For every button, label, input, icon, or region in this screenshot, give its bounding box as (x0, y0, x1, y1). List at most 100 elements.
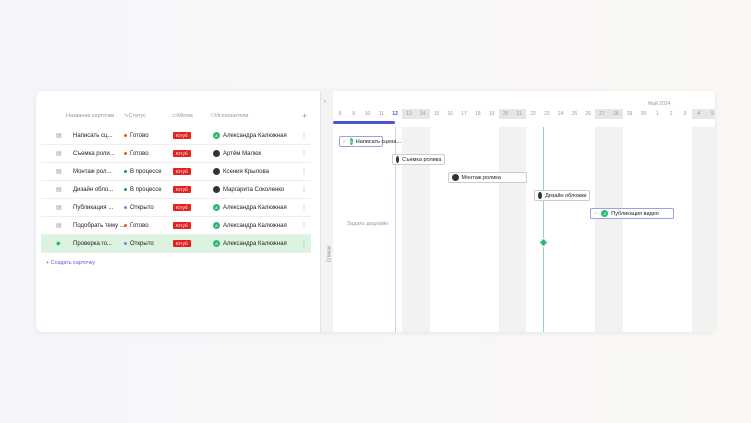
list-side-tab[interactable]: ‹ Список (320, 91, 333, 332)
status[interactable]: Готово (124, 151, 149, 157)
gantt-bar[interactable]: Съемка ролика (392, 154, 446, 165)
day-label: 11 (378, 111, 384, 117)
assignee[interactable]: A Александра Калюжная (213, 221, 287, 229)
milestone-diamond[interactable] (538, 237, 549, 248)
weekend-column (498, 127, 527, 332)
day-label: 12 (392, 111, 398, 117)
deadline-hint[interactable]: Задать дедлайн (347, 221, 388, 227)
tag-badge[interactable]: Ютуб (173, 168, 191, 175)
collapse-icon[interactable]: ‹ (324, 99, 326, 105)
day-label: 4 (691, 109, 706, 119)
assignee[interactable]: Маргарита Соколенко (213, 185, 285, 194)
gantt-bar[interactable]: Монтаж ролика (447, 172, 527, 183)
day-label: 26 (585, 111, 592, 117)
col-tags[interactable]: ▭ Метки (172, 109, 193, 123)
current-line (543, 127, 544, 332)
assignee-name: Александра Калюжная (223, 241, 287, 248)
day-label: 25 (571, 111, 578, 117)
card-name[interactable]: Съемка роли... (73, 151, 115, 157)
avatar (213, 167, 220, 175)
card-name[interactable]: Проверка го... (73, 241, 112, 247)
weekend-column (691, 127, 715, 332)
tag-badge[interactable]: Ютуб (173, 204, 191, 211)
card-name[interactable]: Дизайн обло... (73, 187, 113, 193)
day-label: 1 (655, 111, 659, 117)
col-status[interactable]: ∿ Статус (124, 109, 146, 123)
more-icon[interactable]: ⋮ (301, 222, 307, 229)
bar-label: Дизайн обложки (545, 192, 587, 199)
col-status-label: Статус (128, 113, 146, 119)
card-icon: ▤ (56, 187, 62, 193)
table-row[interactable]: ▤ Написать сц... Готово Ютуб A Александра… (41, 127, 311, 145)
day-label: 24 (557, 111, 564, 117)
table-row[interactable]: ▤ Подобрать тему ... Готово Ютуб A Алекса… (41, 217, 311, 235)
status-dot (124, 169, 127, 173)
check-icon: ✓ (593, 210, 599, 217)
milestone-icon: ◆ (56, 241, 61, 247)
card-icon: ▤ (56, 151, 62, 157)
status[interactable]: В процессе (124, 169, 162, 175)
day-label: 9 (352, 111, 356, 117)
add-column-button[interactable]: + (302, 109, 307, 123)
more-icon[interactable]: ⋮ (301, 132, 307, 139)
assignee[interactable]: Артём Малюк (213, 149, 261, 157)
gantt-bar[interactable]: Дизайн обложки (534, 190, 591, 201)
status-dot (124, 223, 127, 227)
card-name[interactable]: Публикация ... (73, 205, 113, 211)
bar-label: Написать сцена... (355, 138, 402, 145)
assignee[interactable]: A Александра Калюжная (213, 239, 287, 248)
assignee[interactable]: Ксения Крылова (213, 167, 269, 176)
card-name[interactable]: Подобрать тему ... (73, 223, 125, 229)
day-label: 16 (447, 111, 454, 117)
create-card-button[interactable]: + Создать карточку (46, 260, 95, 266)
day-label: 10 (364, 111, 371, 117)
tag-badge[interactable]: Ютуб (173, 132, 191, 139)
more-icon[interactable]: ⋮ (301, 240, 307, 247)
bar-label: Съемка ролика (402, 156, 442, 163)
table-row[interactable]: ▤ Дизайн обло... В процессе Ютуб Маргари… (41, 181, 311, 199)
avatar: A (350, 138, 353, 145)
assignee[interactable]: A Александра Калюжная (213, 131, 287, 139)
day-label: 27 (595, 109, 609, 119)
assignee-name: Ксения Крылова (223, 169, 269, 176)
more-icon[interactable]: ⋮ (301, 186, 307, 193)
table-row[interactable]: ◆ Проверка го... Открыто Ютуб A Александр… (41, 235, 311, 253)
month-label: Май 2024 (648, 101, 671, 107)
avatar: A (213, 131, 220, 139)
status-label: В процессе (130, 168, 162, 175)
gantt-bar[interactable]: ✓ A Публикация видео (589, 208, 674, 219)
tag-badge[interactable]: Ютуб (173, 186, 191, 193)
status[interactable]: Готово (124, 133, 149, 139)
status-dot (124, 133, 127, 137)
assignee-name: Маргарита Соколенко (223, 187, 285, 194)
status-dot (124, 187, 127, 191)
gantt-bar[interactable]: ✓ A Написать сцена... (338, 136, 401, 147)
status[interactable]: Открыто (124, 241, 154, 247)
more-icon[interactable]: ⋮ (301, 204, 307, 211)
status[interactable]: Готово (124, 223, 149, 229)
status-label: Готово (130, 222, 149, 229)
assignee[interactable]: A Александра Калюжная (213, 203, 287, 211)
status[interactable]: В процессе (124, 187, 162, 193)
table-row[interactable]: ▤ Публикация ... Открыто Ютуб A Александр… (41, 199, 311, 217)
more-icon[interactable]: ⋮ (301, 150, 307, 157)
col-name[interactable]: Название карточки (66, 109, 114, 123)
day-label: 5 (705, 109, 715, 119)
avatar: A (213, 203, 220, 211)
more-icon[interactable]: ⋮ (301, 168, 307, 175)
tag-badge[interactable]: Ютуб (173, 150, 191, 157)
tag-badge[interactable]: Ютуб (173, 240, 191, 247)
avatar (396, 156, 400, 163)
card-name[interactable]: Монтаж рол... (73, 169, 111, 175)
table-row[interactable]: ▤ Монтаж рол... В процессе Ютуб Ксения К… (41, 163, 311, 181)
day-label: 21 (512, 109, 527, 119)
col-assignees[interactable]: ⚇ Исполнители (210, 109, 249, 123)
table-row[interactable]: ▤ Съемка роли... Готово Ютуб Артём Малюк… (41, 145, 311, 163)
weekend-column (595, 127, 623, 332)
col-assignees-label: Исполнители (214, 113, 249, 119)
day-label: 18 (475, 111, 481, 117)
day-label: 14 (415, 109, 430, 119)
card-name[interactable]: Написать сц... (73, 133, 112, 139)
status[interactable]: Открыто (124, 205, 154, 211)
tag-badge[interactable]: Ютуб (173, 222, 191, 229)
